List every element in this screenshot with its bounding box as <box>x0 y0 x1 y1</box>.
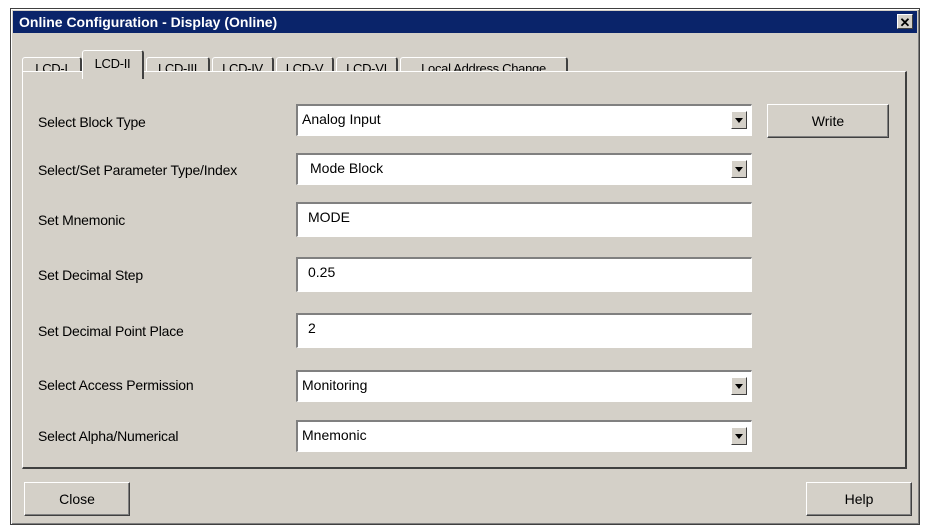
decimal-step-label: Set Decimal Step <box>38 267 143 283</box>
block-type-label: Select Block Type <box>38 114 146 130</box>
parameter-label: Select/Set Parameter Type/Index <box>38 162 237 178</box>
decimal-point-value: 2 <box>308 320 316 336</box>
write-button[interactable]: Write <box>767 104 889 138</box>
mnemonic-label: Set Mnemonic <box>38 212 126 228</box>
decimal-point-input[interactable]: 2 <box>296 313 752 348</box>
decimal-point-label: Set Decimal Point Place <box>38 323 184 339</box>
decimal-step-input[interactable]: 0.25 <box>296 257 752 292</box>
title-bar: Online Configuration - Display (Online) … <box>13 11 917 33</box>
block-type-value: Analog Input <box>302 111 381 127</box>
chevron-down-icon[interactable] <box>731 427 747 445</box>
tab-lcd-ii[interactable]: LCD-II <box>82 50 144 79</box>
access-permission-value: Monitoring <box>302 377 368 393</box>
access-permission-label: Select Access Permission <box>38 377 194 393</box>
alpha-numerical-label: Select Alpha/Numerical <box>38 428 179 444</box>
window-title: Online Configuration - Display (Online) <box>19 14 278 30</box>
alpha-numerical-select[interactable]: Mnemonic <box>296 420 752 452</box>
mnemonic-input[interactable]: MODE <box>296 202 752 237</box>
access-permission-select[interactable]: Monitoring <box>296 370 752 402</box>
mnemonic-value: MODE <box>308 209 350 225</box>
parameter-value: Mode Block <box>310 160 384 176</box>
chevron-down-icon[interactable] <box>731 111 747 129</box>
chevron-down-icon[interactable] <box>731 160 747 178</box>
block-type-select[interactable]: Analog Input <box>296 104 752 136</box>
close-icon: ✕ <box>899 15 911 30</box>
decimal-step-value: 0.25 <box>308 264 336 280</box>
chevron-down-icon[interactable] <box>731 377 747 395</box>
close-button[interactable]: Close <box>24 482 130 516</box>
close-window-button[interactable]: ✕ <box>897 14 913 30</box>
parameter-select[interactable]: Mode Block <box>296 153 752 185</box>
help-button[interactable]: Help <box>806 482 912 516</box>
alpha-numerical-value: Mnemonic <box>302 427 367 443</box>
